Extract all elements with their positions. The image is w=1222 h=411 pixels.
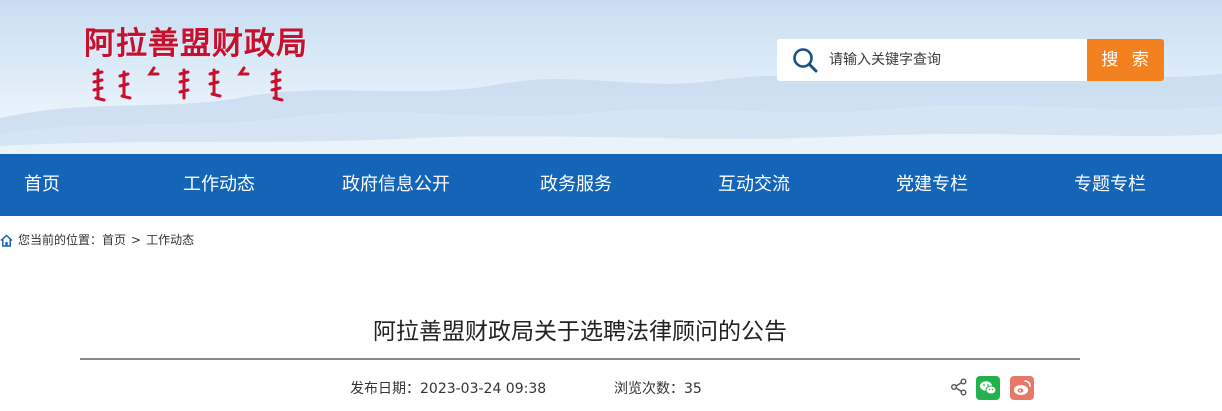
- article-title: 阿拉善盟财政局关于选聘法律顾问的公告: [373, 319, 787, 345]
- site-title[interactable]: 阿拉善盟财政局: [84, 18, 308, 63]
- breadcrumb-prefix: 您当前的位置：: [18, 233, 103, 247]
- nav-item-home[interactable]: 首页: [24, 154, 60, 216]
- weibo-glyph: [1014, 380, 1031, 395]
- site-header: 阿拉善盟财政局 搜 索: [0, 0, 1222, 154]
- weibo-icon[interactable]: [1010, 376, 1034, 400]
- title-divider: [80, 358, 1080, 360]
- publish-date-value: 2023-03-24 09:38: [420, 381, 547, 397]
- breadcrumb-separator: >: [131, 233, 142, 247]
- breadcrumb: 您当前的位置：首页 > 工作动态: [0, 231, 194, 249]
- nav-item-gov-services[interactable]: 政务服务: [540, 154, 612, 216]
- search-box: [777, 39, 1088, 81]
- wechat-glyph: [980, 381, 997, 395]
- search-icon: [793, 48, 818, 73]
- nav-item-special-topics[interactable]: 专题专栏: [1074, 154, 1146, 216]
- search-button[interactable]: 搜 索: [1087, 39, 1164, 81]
- view-count: 浏览次数：35: [614, 378, 702, 398]
- nav-item-gov-info[interactable]: 政府信息公开: [342, 154, 450, 216]
- view-count-value: 35: [684, 381, 702, 397]
- view-count-label: 浏览次数：: [614, 381, 684, 397]
- mongolian-script-logo: [92, 66, 284, 102]
- nav-item-party-building[interactable]: 党建专栏: [896, 154, 968, 216]
- share-icon[interactable]: [950, 378, 968, 396]
- nav-item-interaction[interactable]: 互动交流: [718, 154, 790, 216]
- breadcrumb-home-link[interactable]: 首页: [102, 231, 126, 249]
- publish-date: 发布日期：2023-03-24 09:38: [350, 378, 546, 398]
- main-nav: 首页 工作动态 政府信息公开 政务服务 互动交流 党建专栏 专题专栏: [0, 154, 1222, 216]
- publish-date-label: 发布日期：: [350, 381, 420, 397]
- search-input[interactable]: [829, 39, 1079, 81]
- breadcrumb-current-link[interactable]: 工作动态: [146, 231, 194, 249]
- nav-item-work-news[interactable]: 工作动态: [183, 154, 255, 216]
- wechat-icon[interactable]: [976, 376, 1000, 400]
- home-icon: [0, 234, 13, 247]
